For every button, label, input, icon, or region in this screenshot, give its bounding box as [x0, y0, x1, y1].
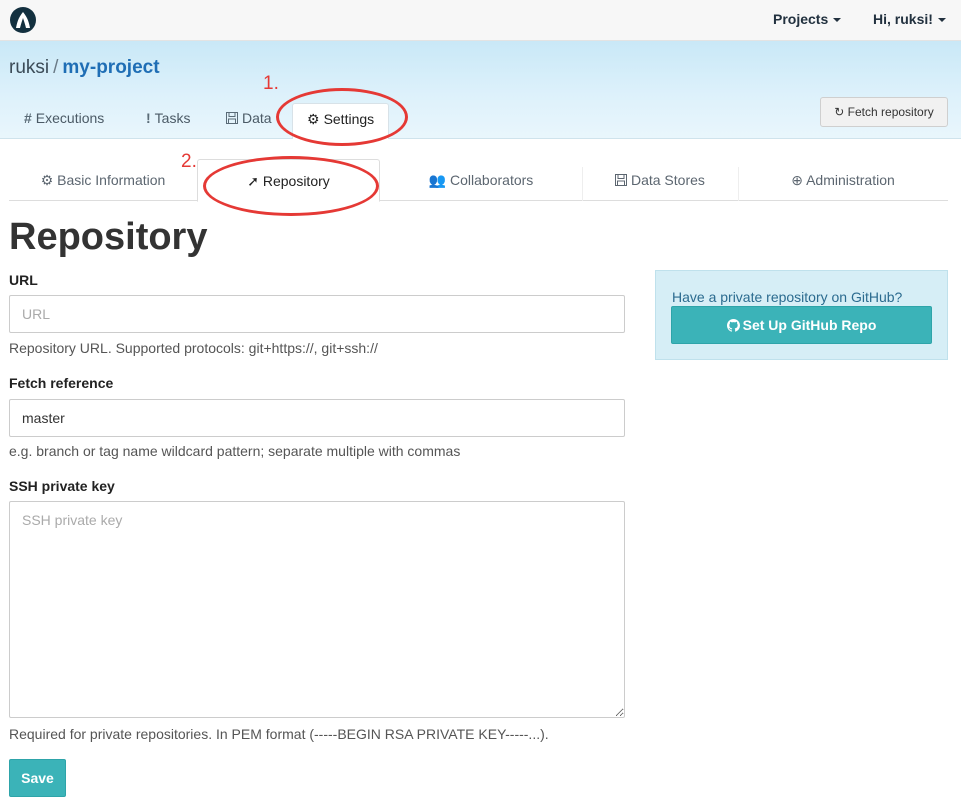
tab-executions-label: Executions	[35, 110, 105, 126]
project-header: ruksi / my-project # Executions ! Tasks Data…	[0, 41, 961, 139]
tab-data-stores-label: Data Stores	[630, 172, 705, 188]
breadcrumb-owner[interactable]: ruksi	[9, 57, 49, 78]
projects-menu-label: Projects	[773, 11, 829, 27]
tab-data-label: Data	[242, 110, 272, 126]
tab-data-stores[interactable]: Data Stores	[582, 159, 738, 201]
breadcrumb-separator: /	[53, 57, 59, 78]
tab-administration[interactable]: ⊕ Administration	[738, 159, 948, 201]
fetch-repository-label: Fetch repository	[847, 105, 934, 119]
url-help-text: Repository URL. Supported protocols: git…	[9, 340, 378, 356]
lifebuoy-icon: ⊕	[791, 172, 803, 188]
floppy-icon	[615, 174, 628, 186]
ssh-key-help-text: Required for private repositories. In PE…	[9, 726, 549, 742]
projects-menu[interactable]: Projects	[773, 11, 842, 27]
cogs-icon: ⚙	[40, 172, 54, 188]
github-prompt-text: Have a private repository on GitHub?	[672, 289, 903, 305]
tab-tasks-label: Tasks	[154, 110, 191, 126]
tab-tasks[interactable]: ! Tasks	[146, 109, 190, 139]
fetch-reference-label: Fetch reference	[9, 375, 114, 391]
annotation-number-1: 1.	[263, 73, 279, 94]
chevron-down-icon	[937, 18, 946, 23]
annotation-ring-settings	[276, 88, 408, 146]
tab-basic-information-label: Basic Information	[57, 172, 166, 188]
breadcrumb: ruksi / my-project	[9, 57, 160, 79]
setup-github-repo-label: Set Up GitHub Repo	[742, 317, 877, 333]
github-setup-panel: Have a private repository on GitHub? Set…	[655, 270, 948, 360]
breadcrumb-project[interactable]: my-project	[62, 57, 159, 78]
tab-collaborators-label: Collaborators	[450, 172, 534, 188]
user-menu-label: Hi, ruksi!	[873, 11, 933, 27]
exclamation-icon: !	[146, 110, 151, 126]
floppy-icon	[226, 112, 238, 124]
url-label: URL	[9, 272, 38, 288]
annotation-ring-repository	[203, 156, 379, 216]
users-icon: 👥	[428, 172, 447, 188]
tab-administration-label: Administration	[806, 172, 895, 188]
tab-data[interactable]: Data	[226, 109, 272, 139]
top-navbar: Projects Hi, ruksi!	[0, 0, 961, 41]
url-input[interactable]	[9, 295, 625, 333]
setup-github-repo-button[interactable]: Set Up GitHub Repo	[671, 306, 932, 344]
tab-executions[interactable]: # Executions	[24, 109, 104, 139]
fetch-reference-input[interactable]	[9, 399, 625, 437]
annotation-number-2: 2.	[181, 151, 197, 172]
tab-collaborators[interactable]: 👥 Collaborators	[380, 159, 582, 201]
settings-subtabs: ⚙ Basic Information ➚ Repository 👥 Colla…	[9, 159, 948, 202]
ssh-key-label: SSH private key	[9, 478, 115, 494]
fetch-repository-button[interactable]: ↻ Fetch repository	[820, 97, 948, 127]
user-menu[interactable]: Hi, ruksi!	[873, 11, 946, 27]
chevron-down-icon	[833, 18, 842, 23]
save-button[interactable]: Save	[9, 759, 66, 797]
refresh-icon: ↻	[834, 105, 845, 119]
ssh-key-textarea[interactable]	[9, 501, 625, 718]
fetch-reference-help-text: e.g. branch or tag name wildcard pattern…	[9, 443, 461, 459]
valohai-logo-icon[interactable]	[9, 6, 37, 34]
hash-icon: #	[24, 110, 32, 126]
github-icon	[726, 319, 740, 332]
tab-basic-information[interactable]: ⚙ Basic Information	[9, 159, 197, 201]
page-title: Repository	[9, 216, 208, 258]
